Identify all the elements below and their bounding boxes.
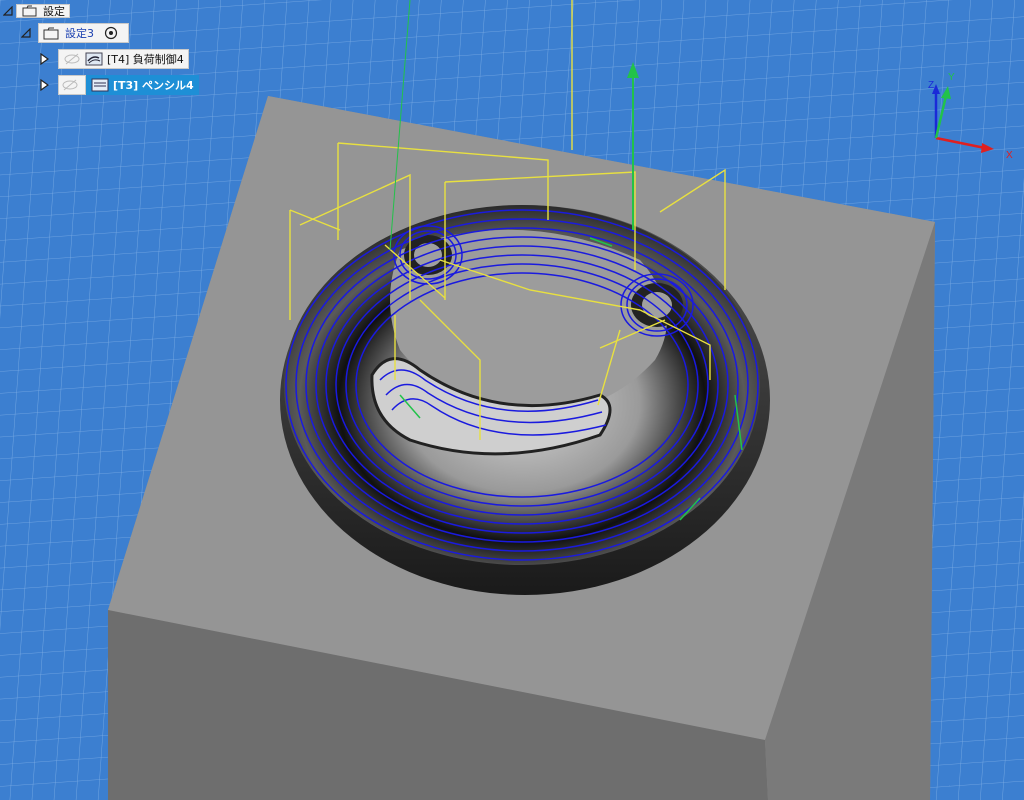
- expand-arrow-icon[interactable]: [36, 77, 52, 93]
- setup-chip[interactable]: 設定3: [38, 23, 129, 43]
- operation-chip-selected[interactable]: [T3] ペンシル4: [86, 75, 199, 95]
- tree-operation-row[interactable]: [T4] 負荷制御4: [36, 48, 189, 70]
- axis-label-y: Y: [948, 72, 955, 83]
- wcs-target-icon[interactable]: [102, 25, 120, 41]
- eye-hidden-icon[interactable]: [61, 77, 79, 93]
- operation-label: [T4] 負荷制御4: [107, 53, 184, 66]
- axis-label-x: X: [1006, 150, 1013, 161]
- tree-root-label: 設定: [43, 5, 65, 18]
- cam-browser-tree: 設定 設定3 [T4] 負荷制御4 [T3] ペンシル4: [0, 0, 240, 100]
- collapse-arrow-icon[interactable]: [18, 25, 34, 41]
- expand-arrow-icon[interactable]: [36, 51, 52, 67]
- 3d-viewport[interactable]: Z Y X: [0, 0, 1024, 800]
- operation-visibility-chip[interactable]: [58, 75, 86, 95]
- collapse-arrow-icon[interactable]: [0, 3, 16, 19]
- axis-label-z: Z: [928, 80, 934, 91]
- operation-chip[interactable]: [T4] 負荷制御4: [58, 49, 189, 69]
- setup-folder-icon: [21, 3, 39, 19]
- adaptive-clearing-icon: [85, 51, 103, 67]
- tree-root-chip[interactable]: 設定: [16, 4, 70, 18]
- eye-hidden-icon[interactable]: [63, 51, 81, 67]
- setup-label: 設定3: [65, 27, 94, 40]
- tree-setup-row[interactable]: 設定3: [18, 22, 129, 44]
- pencil-toolpath-icon: [91, 77, 109, 93]
- tree-operation-row-selected[interactable]: [T3] ペンシル4: [36, 74, 199, 96]
- tree-root-row[interactable]: 設定: [0, 0, 70, 22]
- setup-folder-icon: [43, 25, 61, 41]
- operation-label: [T3] ペンシル4: [113, 79, 194, 92]
